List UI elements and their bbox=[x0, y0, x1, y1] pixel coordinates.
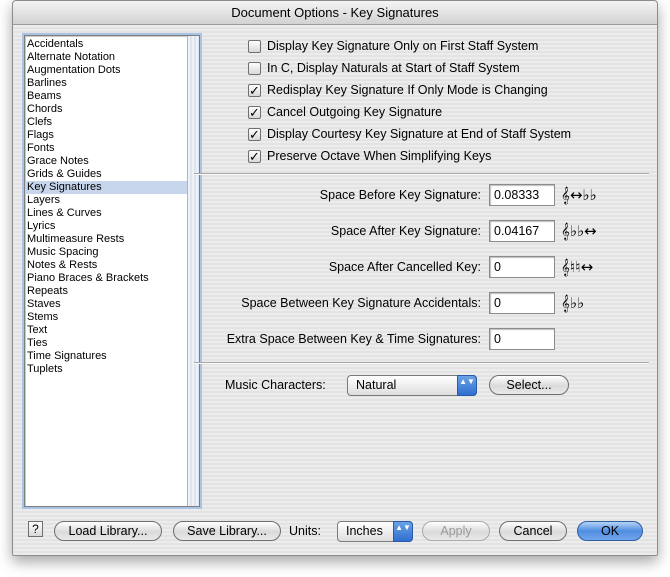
save-library-button[interactable]: Save Library... bbox=[173, 521, 281, 541]
help-button[interactable]: ? bbox=[28, 521, 43, 537]
load-library-button[interactable]: Load Library... bbox=[54, 521, 162, 541]
category-item[interactable]: Time Signatures bbox=[25, 350, 187, 363]
checkbox-label: Preserve Octave When Simplifying Keys bbox=[267, 149, 492, 163]
category-list-items: Accidentals Alternate Notation Augmentatio… bbox=[25, 38, 187, 376]
category-item[interactable]: Barlines bbox=[25, 77, 187, 90]
category-item[interactable]: Chords bbox=[25, 103, 187, 116]
category-item[interactable]: Text bbox=[25, 324, 187, 337]
category-item[interactable]: Alternate Notation bbox=[25, 51, 187, 64]
spacing-field-row: Extra Space Between Key & Time Signature… bbox=[173, 328, 643, 352]
checkbox-row[interactable]: In C, Display Naturals at Start of Staff… bbox=[248, 59, 520, 77]
category-item[interactable]: Key Signatures bbox=[25, 181, 187, 194]
spacing-field-label: Space Before Key Signature: bbox=[319, 188, 481, 202]
spacing-field-label: Space Between Key Signature Accidentals: bbox=[241, 296, 481, 310]
category-item[interactable]: Grace Notes bbox=[25, 155, 187, 168]
checkbox-label: Cancel Outgoing Key Signature bbox=[267, 105, 443, 119]
checkbox[interactable]: ✓ bbox=[248, 83, 261, 97]
key-signature-spacing-icon: 𝄞♮♮↔ bbox=[561, 258, 594, 276]
cancel-button[interactable]: Cancel bbox=[499, 521, 567, 541]
category-item[interactable]: Ties bbox=[25, 337, 187, 350]
checkbox[interactable] bbox=[248, 39, 261, 53]
category-item[interactable]: Tuplets bbox=[25, 363, 187, 376]
spacing-field-input[interactable]: 0 bbox=[489, 256, 555, 278]
popup-arrows-icon: ▲▼ bbox=[457, 375, 477, 396]
category-item[interactable]: Augmentation Dots bbox=[25, 64, 187, 77]
category-item[interactable]: Beams bbox=[25, 90, 187, 103]
checkbox-row[interactable]: ✓ Preserve Octave When Simplifying Keys bbox=[248, 147, 491, 165]
category-item[interactable]: Layers bbox=[25, 194, 187, 207]
spacing-field-input[interactable]: 0 bbox=[489, 328, 555, 350]
window-title: Document Options - Key Signatures bbox=[13, 1, 657, 25]
checkbox[interactable]: ✓ bbox=[248, 127, 261, 141]
spacing-field-row: Space After Cancelled Key: 0 𝄞♮♮↔ bbox=[173, 256, 643, 280]
category-item[interactable]: Music Spacing bbox=[25, 246, 187, 259]
spacing-field-label: Extra Space Between Key & Time Signature… bbox=[226, 332, 481, 346]
units-popup-arrows-icon: ▲▼ bbox=[393, 521, 413, 542]
key-signature-spacing-icon: 𝄞♭♭↔ bbox=[561, 222, 597, 240]
separator-bottom bbox=[194, 362, 649, 364]
spacing-field-row: Space After Key Signature: 0.04167 𝄞♭♭↔ bbox=[173, 220, 643, 244]
category-item[interactable]: Staves bbox=[25, 298, 187, 311]
category-item[interactable]: Lines & Curves bbox=[25, 207, 187, 220]
category-item[interactable]: Accidentals bbox=[25, 38, 187, 51]
category-item[interactable]: Fonts bbox=[25, 142, 187, 155]
music-characters-popup[interactable]: Natural ▲▼ bbox=[347, 375, 477, 396]
category-item[interactable]: Grids & Guides bbox=[25, 168, 187, 181]
checkbox-label: Redisplay Key Signature If Only Mode is … bbox=[267, 83, 548, 97]
units-label: Units: bbox=[289, 524, 321, 538]
checkbox-label: Display Courtesy Key Signature at End of… bbox=[267, 127, 572, 141]
category-item[interactable]: Clefs bbox=[25, 116, 187, 129]
category-item[interactable]: Piano Braces & Brackets bbox=[25, 272, 187, 285]
checkbox-row[interactable]: Display Key Signature Only on First Staf… bbox=[248, 37, 538, 55]
spacing-field-label: Space After Cancelled Key: bbox=[328, 260, 481, 274]
checkbox[interactable]: ✓ bbox=[248, 149, 261, 163]
category-item[interactable]: Repeats bbox=[25, 285, 187, 298]
checkbox-label: Display Key Signature Only on First Staf… bbox=[267, 39, 539, 53]
category-item[interactable]: Lyrics bbox=[25, 220, 187, 233]
music-characters-value: Natural bbox=[356, 378, 397, 392]
spacing-field-label: Space After Key Signature: bbox=[330, 224, 481, 238]
units-value: Inches bbox=[346, 524, 383, 538]
checkbox-label: In C, Display Naturals at Start of Staff… bbox=[267, 61, 520, 75]
spacing-field-row: Space Between Key Signature Accidentals:… bbox=[173, 292, 643, 316]
category-item[interactable]: Stems bbox=[25, 311, 187, 324]
checkbox-row[interactable]: ✓ Cancel Outgoing Key Signature bbox=[248, 103, 442, 121]
checkbox[interactable] bbox=[248, 61, 261, 75]
ok-button[interactable]: OK bbox=[577, 521, 643, 541]
checkbox-row[interactable]: ✓ Redisplay Key Signature If Only Mode is… bbox=[248, 81, 548, 99]
select-button[interactable]: Select... bbox=[489, 375, 569, 395]
spacing-field-row: Space Before Key Signature: 0.08333 𝄞↔♭♭ bbox=[173, 184, 643, 208]
music-characters-label: Music Characters: bbox=[225, 378, 326, 392]
separator-top bbox=[194, 173, 649, 175]
spacing-field-input[interactable]: 0.04167 bbox=[489, 220, 555, 242]
key-signature-spacing-icon: 𝄞♭♭ bbox=[561, 294, 585, 312]
apply-button[interactable]: Apply bbox=[422, 521, 490, 541]
checkbox[interactable]: ✓ bbox=[248, 105, 261, 119]
key-signature-spacing-icon: 𝄞↔♭♭ bbox=[561, 186, 597, 204]
units-popup[interactable]: Inches ▲▼ bbox=[337, 521, 413, 542]
spacing-field-input[interactable]: 0 bbox=[489, 292, 555, 314]
category-item[interactable]: Flags bbox=[25, 129, 187, 142]
checkbox-row[interactable]: ✓ Display Courtesy Key Signature at End o… bbox=[248, 125, 571, 143]
spacing-field-input[interactable]: 0.08333 bbox=[489, 184, 555, 206]
category-item[interactable]: Notes & Rests bbox=[25, 259, 187, 272]
category-item[interactable]: Multimeasure Rests bbox=[25, 233, 187, 246]
document-options-window: Document Options - Key Signatures Accide… bbox=[12, 0, 658, 556]
